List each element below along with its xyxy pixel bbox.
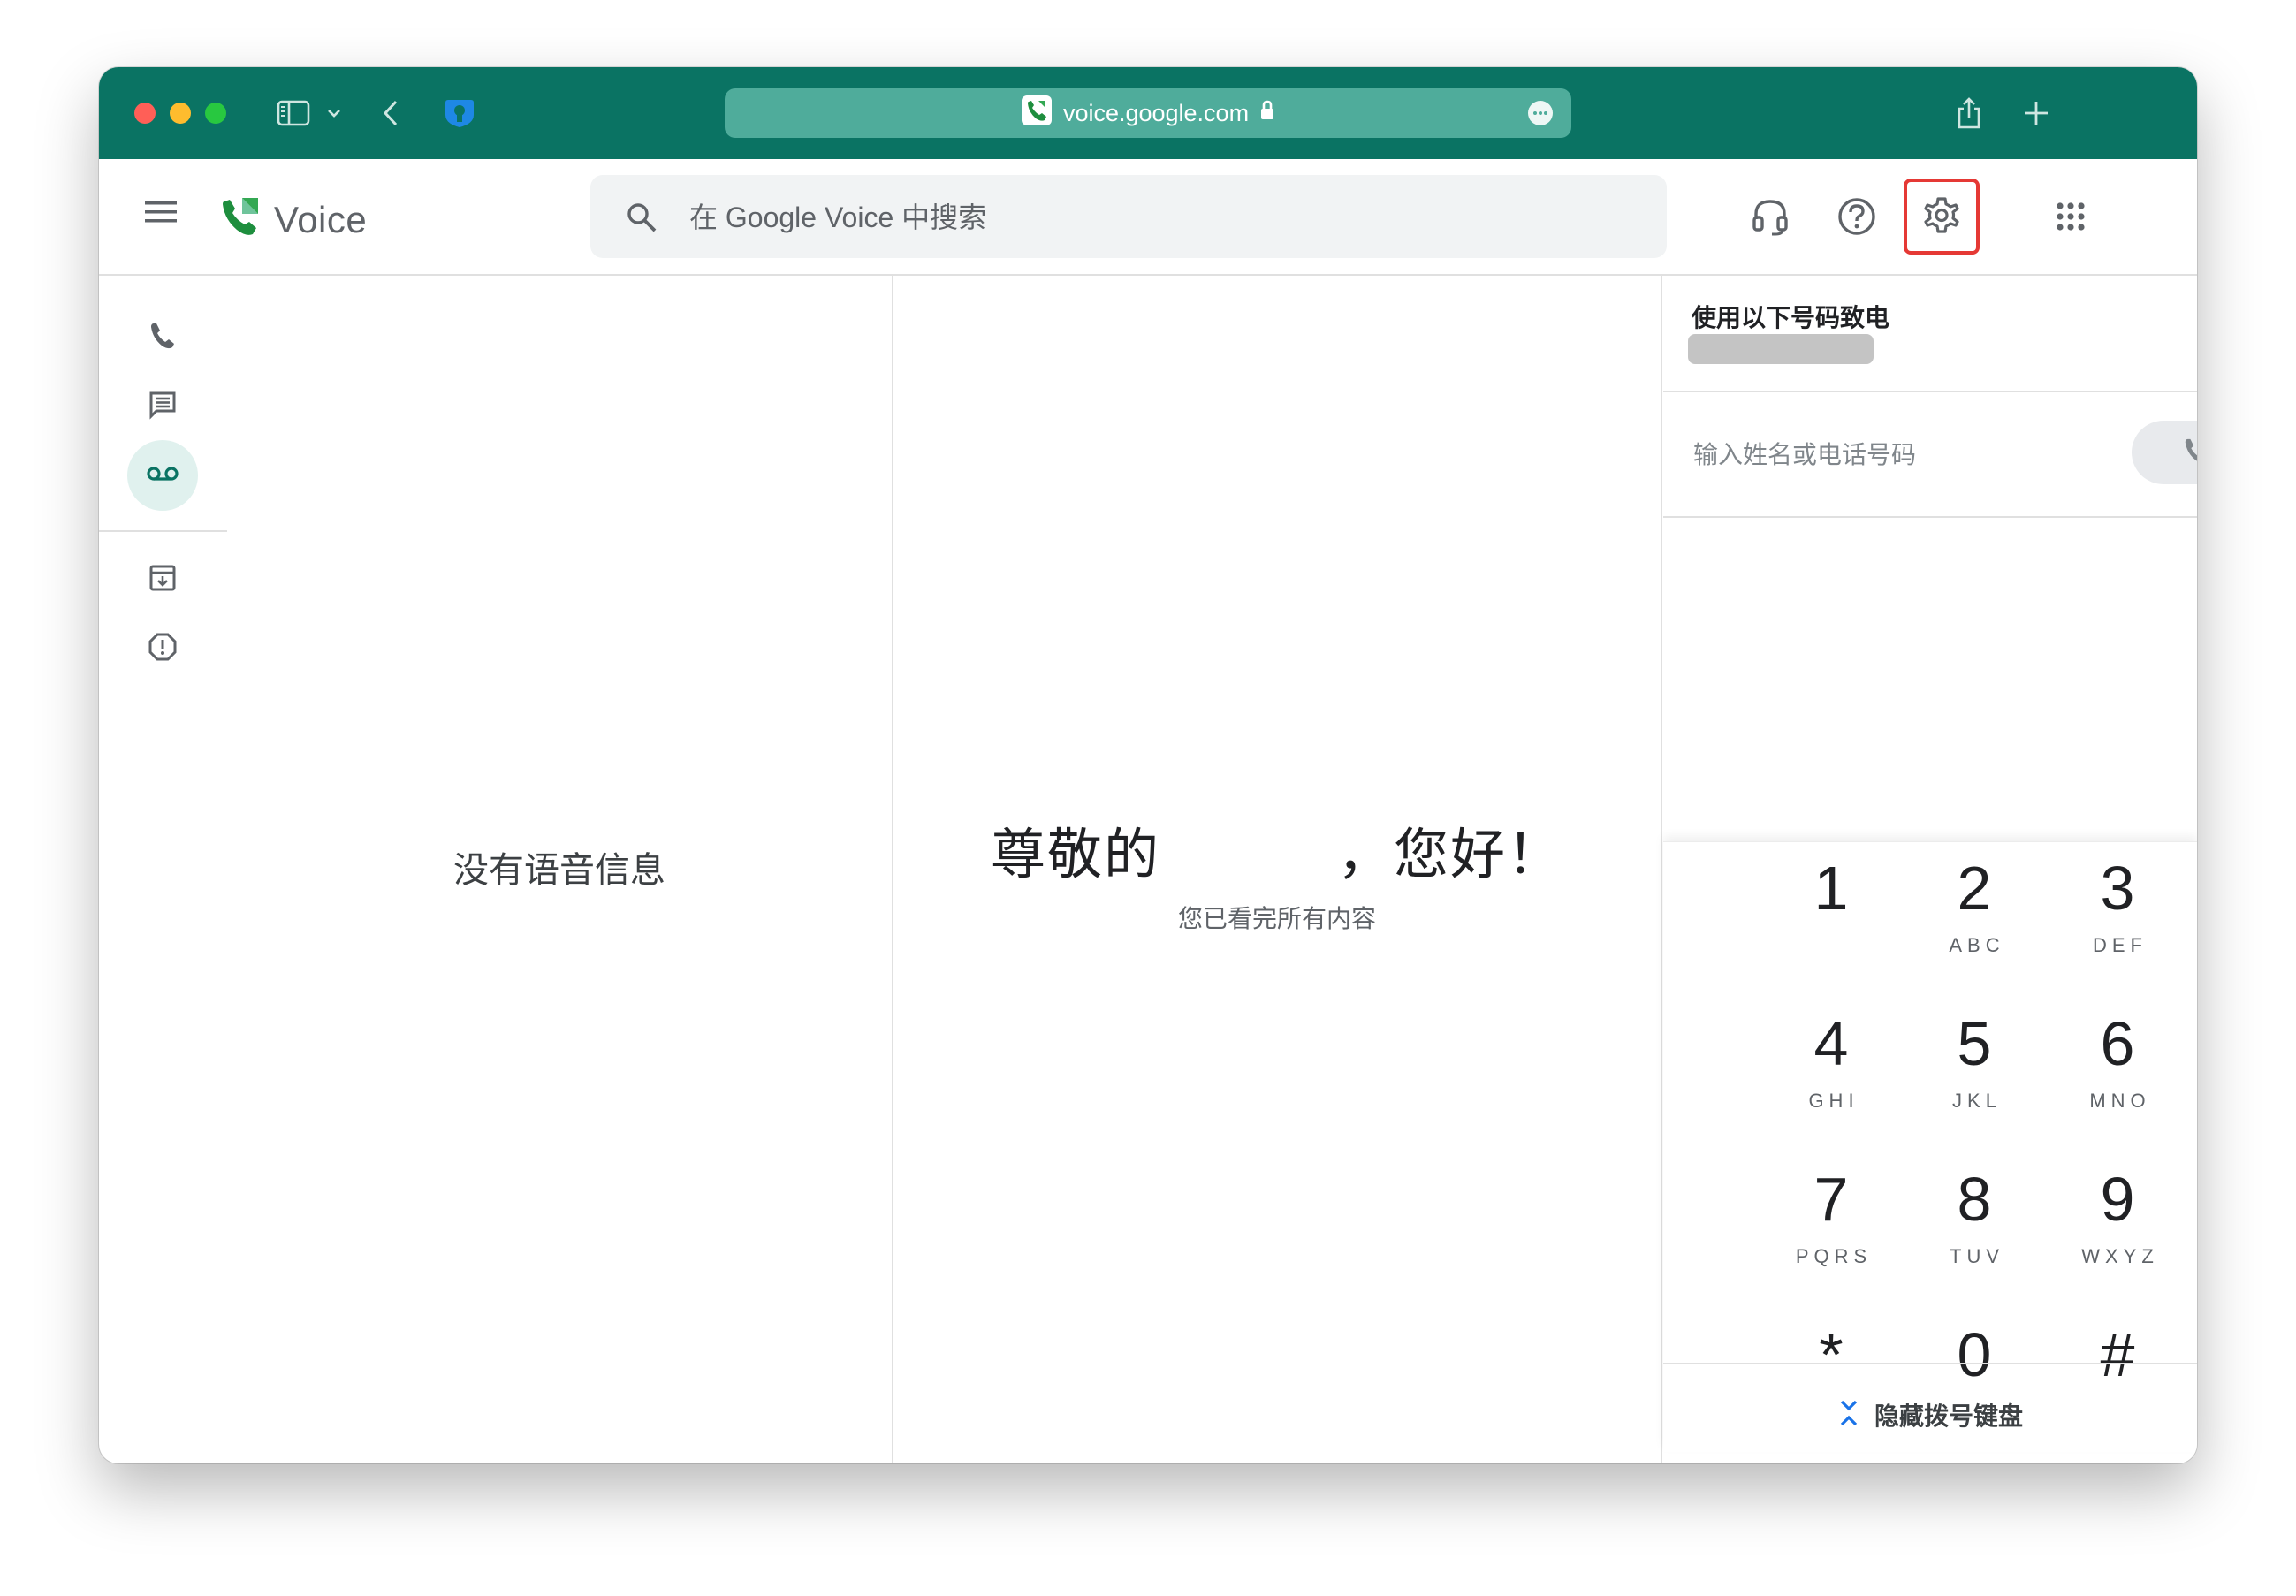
key-digit: 9 bbox=[2100, 1165, 2135, 1234]
nav-divider bbox=[99, 530, 227, 532]
lock-icon bbox=[1259, 100, 1275, 127]
key-letters: DEF bbox=[2093, 934, 2148, 956]
dialer-panel: 使用以下号码致电 1 2 ABC 3 DEF 4 GHI 5 JKL 6 MNO 7 PQR… bbox=[1663, 276, 2197, 1463]
key-letters: PQRS bbox=[1795, 1245, 1873, 1267]
minimize-window-button[interactable] bbox=[170, 103, 191, 124]
sidebar-toggle-icon[interactable] bbox=[272, 90, 315, 136]
key-8[interactable]: 8 TUV bbox=[1904, 1153, 2045, 1286]
key-digit: 6 bbox=[2100, 1009, 2135, 1078]
caller-id-section[interactable]: 使用以下号码致电 bbox=[1663, 276, 2197, 392]
archive-icon bbox=[148, 563, 178, 597]
nav-item-spam[interactable] bbox=[127, 613, 198, 684]
search-icon[interactable] bbox=[626, 201, 658, 238]
key-9[interactable]: 9 WXYZ bbox=[2047, 1153, 2188, 1286]
key-1[interactable]: 1 bbox=[1760, 842, 1902, 975]
key-digit: 2 bbox=[1957, 854, 1992, 923]
keypad: 1 2 ABC 3 DEF 4 GHI 5 JKL 6 MNO 7 PQRS 8 TUV 9 W… bbox=[1663, 841, 2197, 1452]
key-digit: 1 bbox=[1813, 854, 1849, 923]
key-digit: 7 bbox=[1813, 1165, 1849, 1234]
call-button[interactable] bbox=[2132, 421, 2197, 484]
app-name: Voice bbox=[274, 198, 368, 240]
message-icon bbox=[148, 390, 178, 424]
caller-id-label: 使用以下号码致电 bbox=[1692, 304, 1890, 331]
key-4[interactable]: 4 GHI bbox=[1760, 998, 1902, 1130]
zoom-window-button[interactable] bbox=[205, 103, 226, 124]
key-digit: 3 bbox=[2100, 854, 2135, 923]
greeting-prefix: 尊敬的 bbox=[990, 825, 1160, 885]
key-digit: 4 bbox=[1813, 1009, 1849, 1078]
voice-logo-icon bbox=[216, 193, 265, 247]
phone-icon bbox=[2182, 437, 2197, 469]
settings-icon[interactable] bbox=[1904, 179, 1980, 255]
key-7[interactable]: 7 PQRS bbox=[1760, 1153, 1902, 1286]
spam-icon bbox=[148, 632, 178, 666]
close-window-button[interactable] bbox=[134, 103, 156, 124]
greeting-subtitle: 您已看完所有内容 bbox=[1177, 905, 1376, 932]
chevron-down-icon[interactable] bbox=[322, 90, 346, 136]
greeting-suffix: ，您好！ bbox=[1337, 825, 1564, 885]
key-letters: WXYZ bbox=[2081, 1245, 2159, 1267]
dial-input[interactable] bbox=[1692, 433, 2084, 477]
key-letters: GHI bbox=[1808, 1090, 1859, 1112]
nav-rail bbox=[99, 276, 227, 1463]
url-text: voice.google.com bbox=[1062, 99, 1250, 126]
detail-pane: 尊敬的 ，您好！ 您已看完所有内容 bbox=[893, 276, 1662, 1463]
back-icon[interactable] bbox=[375, 90, 407, 136]
key-2[interactable]: 2 ABC bbox=[1904, 842, 2045, 975]
greeting: 尊敬的 ，您好！ bbox=[893, 809, 1661, 889]
address-bar[interactable]: voice.google.com bbox=[725, 88, 1571, 138]
collapse-icon bbox=[1837, 1397, 1860, 1433]
search-bar[interactable] bbox=[590, 175, 1667, 260]
help-icon[interactable] bbox=[1822, 182, 1891, 251]
headset-icon[interactable] bbox=[1736, 182, 1805, 251]
phone-icon bbox=[148, 321, 178, 355]
key-letters: MNO bbox=[2089, 1090, 2151, 1112]
main-menu-icon[interactable] bbox=[143, 198, 179, 231]
browser-titlebar: voice.google.com bbox=[99, 67, 2197, 159]
nav-item-messages[interactable] bbox=[127, 371, 198, 442]
search-input[interactable] bbox=[688, 175, 1628, 260]
main-content: 没有语音信息 尊敬的 ，您好！ 您已看完所有内容 使用以下号码致电 输入姓名或电… bbox=[99, 276, 2197, 1463]
browser-window: voice.google.com Voice 在 Google Voice 中搜… bbox=[99, 67, 2197, 1463]
caller-number-redacted[interactable] bbox=[1688, 334, 1874, 364]
key-6[interactable]: 6 MNO bbox=[2047, 998, 2188, 1130]
hide-keypad-button[interactable]: 隐藏拨号键盘 bbox=[1663, 1363, 2197, 1463]
voice-favicon-icon bbox=[1021, 95, 1053, 133]
key-digit: 8 bbox=[1957, 1165, 1992, 1234]
new-tab-icon[interactable] bbox=[2019, 90, 2054, 136]
share-icon[interactable] bbox=[1951, 90, 1987, 136]
nav-item-voicemail[interactable] bbox=[127, 440, 198, 511]
voicemail-icon bbox=[146, 464, 179, 488]
key-letters: TUV bbox=[1950, 1245, 2004, 1267]
apps-grid-icon[interactable] bbox=[2036, 182, 2105, 251]
nav-item-archive[interactable] bbox=[127, 544, 198, 615]
empty-list-text: 没有语音信息 bbox=[453, 851, 665, 890]
voicemail-list: 没有语音信息 bbox=[227, 276, 893, 1463]
password-manager-icon[interactable] bbox=[437, 90, 483, 136]
key-5[interactable]: 5 JKL bbox=[1904, 998, 2045, 1130]
key-3[interactable]: 3 DEF bbox=[2047, 842, 2188, 975]
hide-keypad-label: 隐藏拨号键盘 bbox=[1874, 1402, 2023, 1430]
page-menu-icon[interactable] bbox=[1527, 100, 1554, 131]
key-letters: ABC bbox=[1949, 934, 2005, 956]
voice-logo[interactable]: Voice bbox=[216, 193, 367, 247]
key-digit: 5 bbox=[1957, 1009, 1992, 1078]
dial-input-row bbox=[1663, 392, 2197, 518]
app-header: Voice bbox=[99, 159, 2197, 276]
key-letters: JKL bbox=[1952, 1090, 2002, 1112]
nav-item-calls[interactable] bbox=[127, 302, 198, 373]
